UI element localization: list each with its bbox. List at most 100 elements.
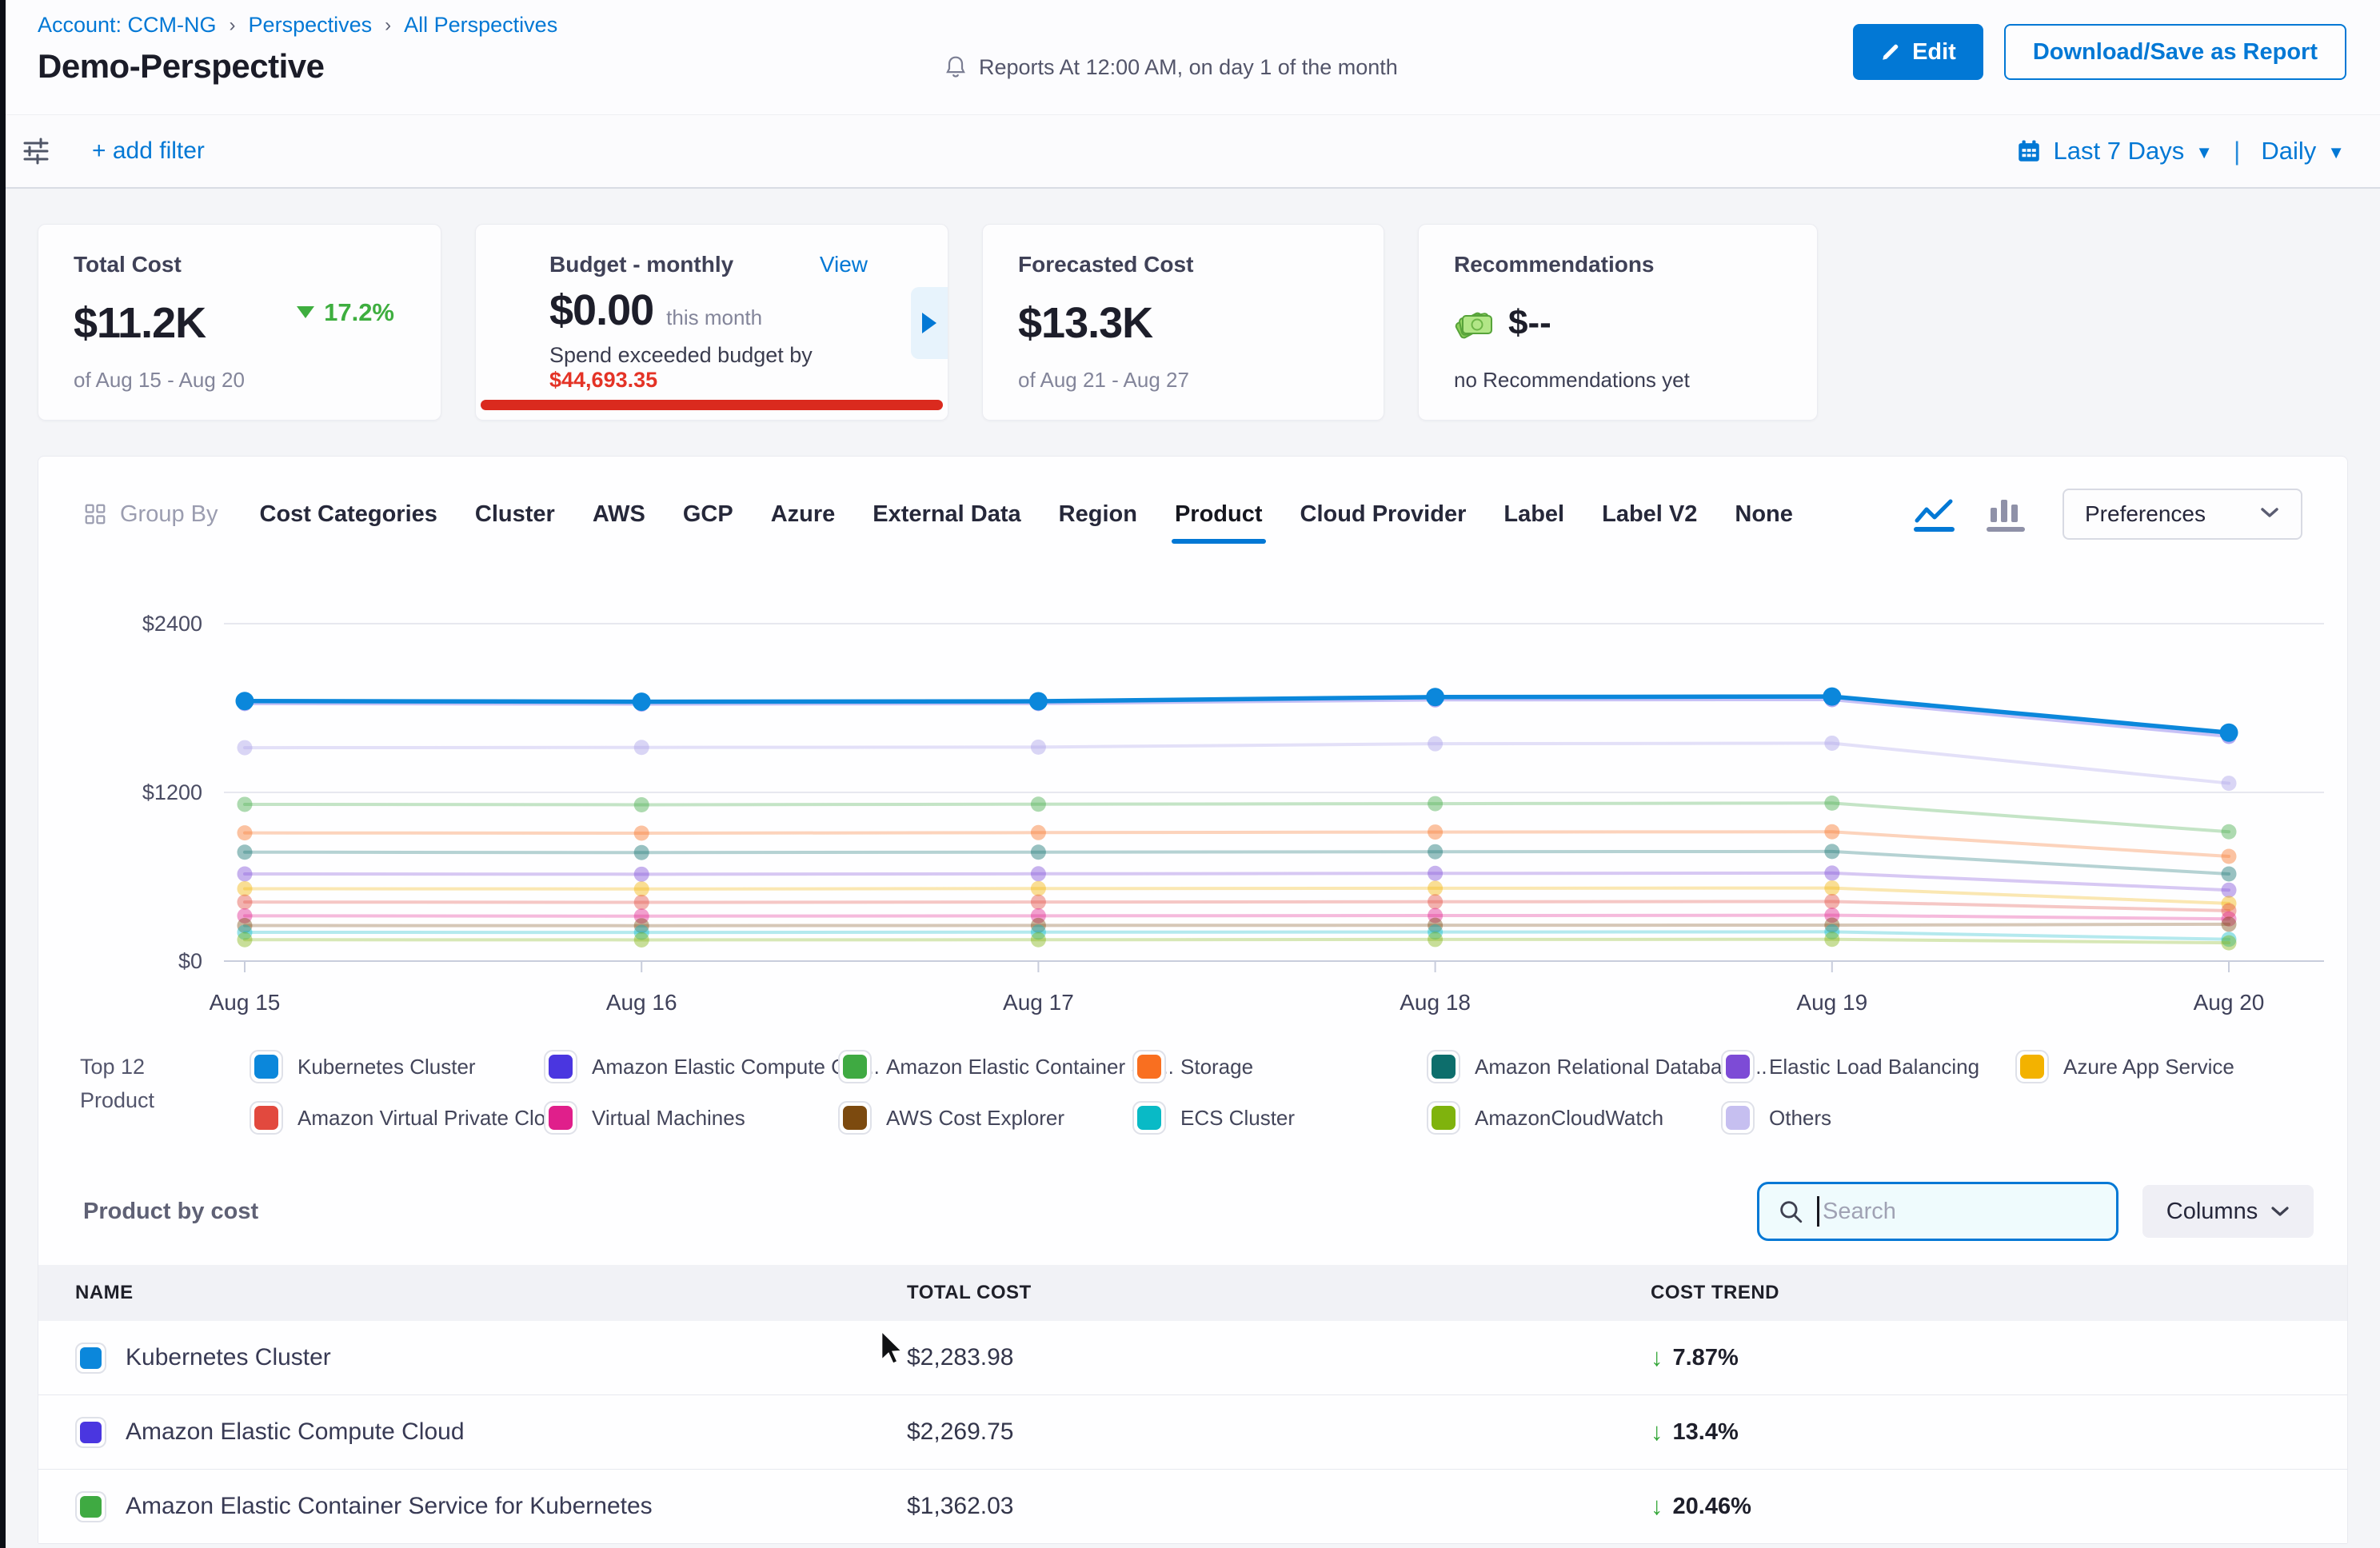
granularity-select[interactable]: Daily ▼	[2261, 137, 2345, 166]
line-chart-toggle[interactable]	[1912, 493, 1957, 535]
trend-value: 7.87%	[1673, 1345, 1739, 1371]
legend-swatch	[1132, 1050, 1166, 1083]
tab-cloud-provider[interactable]: Cloud Provider	[1300, 501, 1467, 528]
tab-none[interactable]: None	[1735, 501, 1793, 528]
tab-cluster[interactable]: Cluster	[475, 501, 555, 528]
row-name: Amazon Elastic Compute Cloud	[126, 1418, 465, 1446]
forecasted-value: $13.3K	[1018, 298, 1152, 348]
tab-aws[interactable]: AWS	[593, 501, 645, 528]
legend-swatch	[250, 1050, 283, 1083]
columns-dropdown[interactable]: Columns	[2142, 1185, 2314, 1238]
cost-trend-chart[interactable]: $0$1200$2400Aug 15Aug 16Aug 17Aug 18Aug …	[38, 540, 2347, 1046]
tab-label-v2[interactable]: Label V2	[1602, 501, 1697, 528]
row-name-cell: Kubernetes Cluster	[75, 1343, 907, 1374]
budget-exceeded-amount: $44,693.35	[549, 368, 657, 392]
add-filter-button[interactable]: + add filter	[92, 138, 205, 165]
table-row[interactable]: Kubernetes Cluster$2,283.98↓ 7.87%	[38, 1321, 2347, 1395]
total-cost-card: Total Cost $11.2K 17.2% of Aug 15 - Aug …	[38, 224, 441, 421]
legend-item[interactable]: Storage	[1132, 1046, 1427, 1087]
legend-item[interactable]: Virtual Machines	[544, 1097, 838, 1139]
play-icon	[922, 313, 936, 333]
legend-item-label: Amazon Elastic Compute Clo...	[592, 1055, 880, 1079]
recommendations-card: Recommendations $-- no Recommendations y…	[1418, 224, 1818, 421]
legend-item-label: Azure App Service	[2063, 1055, 2234, 1079]
legend-item-label: Storage	[1180, 1055, 1253, 1079]
legend-swatch	[2015, 1050, 2049, 1083]
legend-item[interactable]: Azure App Service	[2015, 1046, 2310, 1087]
breadcrumb-link[interactable]: Account: CCM-NG	[38, 13, 217, 38]
chevron-down-icon: ▼	[2327, 139, 2345, 163]
legend-item[interactable]: Amazon Virtual Private Cloud	[250, 1097, 544, 1139]
row-total-cost: $2,283.98	[907, 1344, 1651, 1371]
legend-item-label: Elastic Load Balancing	[1769, 1055, 1979, 1079]
date-range-select[interactable]: Last 7 Days ▼	[2015, 137, 2213, 166]
tab-region[interactable]: Region	[1059, 501, 1137, 528]
svg-text:$1200: $1200	[142, 780, 202, 804]
breadcrumb-link[interactable]: All Perspectives	[404, 13, 557, 38]
budget-exceeded-text: Spend exceeded budget by $44,693.35	[549, 343, 912, 393]
legend-item[interactable]: Elastic Load Balancing	[1721, 1046, 2015, 1087]
legend-item-label: Virtual Machines	[592, 1106, 745, 1131]
legend-swatch	[544, 1050, 577, 1083]
budget-view-link[interactable]: View	[820, 252, 868, 277]
tab-cost-categories[interactable]: Cost Categories	[260, 501, 437, 528]
table-column-header[interactable]: NAME	[75, 1282, 907, 1304]
bar-chart-toggle[interactable]	[1986, 493, 2026, 535]
legend-item-label: Amazon Elastic Container Se...	[886, 1055, 1174, 1079]
row-swatch	[75, 1417, 106, 1448]
chevron-down-icon: ▼	[2195, 139, 2213, 163]
grid-icon	[83, 502, 107, 526]
legend-item[interactable]: Others	[1721, 1097, 2015, 1139]
breadcrumb-separator: ›	[385, 14, 391, 37]
page-title: Demo-Perspective	[38, 47, 325, 86]
total-cost-value: $11.2K	[74, 298, 206, 348]
group-by-row: Group By Cost Categories Cluster AWS GCP Azu…	[38, 457, 2347, 540]
legend-item[interactable]: Kubernetes Cluster	[250, 1046, 544, 1087]
legend-item[interactable]: Amazon Elastic Compute Clo...	[544, 1046, 838, 1087]
legend-item[interactable]: AmazonCloudWatch	[1427, 1097, 1721, 1139]
edit-button[interactable]: Edit	[1853, 24, 1983, 80]
table-column-header[interactable]: TOTAL COST	[907, 1282, 1651, 1304]
budget-next-button[interactable]	[911, 287, 948, 359]
download-save-report-button[interactable]: Download/Save as Report	[2004, 24, 2346, 80]
legend-item[interactable]: Amazon Relational Database ...	[1427, 1046, 1721, 1087]
card-title: Total Cost	[74, 252, 405, 277]
arrow-down-icon: ↓	[1651, 1343, 1663, 1372]
table-column-header[interactable]: COST TREND	[1651, 1282, 2347, 1304]
group-by-label: Group By	[83, 501, 218, 528]
summary-cards: Total Cost $11.2K 17.2% of Aug 15 - Aug …	[38, 224, 2348, 421]
legend-item[interactable]: AWS Cost Explorer	[838, 1097, 1132, 1139]
tab-gcp[interactable]: GCP	[683, 501, 733, 528]
legend-item-label: ECS Cluster	[1180, 1106, 1295, 1131]
search-input[interactable]: Search	[1757, 1182, 2118, 1241]
triangle-down-icon	[297, 306, 314, 318]
row-name-cell: Amazon Elastic Compute Cloud	[75, 1417, 907, 1448]
budget-value-suffix: this month	[666, 305, 762, 330]
preferences-dropdown[interactable]: Preferences	[2063, 489, 2302, 540]
svg-text:$0: $0	[178, 949, 202, 973]
card-period: of Aug 15 - Aug 20	[74, 368, 405, 393]
calendar-icon	[2015, 138, 2043, 165]
breadcrumb-link[interactable]: Perspectives	[249, 13, 373, 38]
tab-external-data[interactable]: External Data	[873, 501, 1020, 528]
table-row[interactable]: Amazon Elastic Compute Cloud$2,269.75↓13…	[38, 1395, 2347, 1470]
svg-text:Aug 15: Aug 15	[210, 990, 281, 1015]
tab-label[interactable]: Label	[1503, 501, 1564, 528]
table-row[interactable]: Amazon Elastic Container Service for Kub…	[38, 1470, 2347, 1544]
row-total-cost: $2,269.75	[907, 1418, 1651, 1446]
legend-item-label: AWS Cost Explorer	[886, 1106, 1064, 1131]
table-toolbar: Product by cost Search Columns	[38, 1158, 2347, 1265]
chart-legend: Top 12 Product Kubernetes ClusterAmazon …	[38, 1046, 2347, 1158]
recommendations-empty-text: no Recommendations yet	[1454, 368, 1782, 393]
group-by-tabs: Cost Categories Cluster AWS GCP Azure Externa…	[260, 501, 1793, 528]
legend-item[interactable]: ECS Cluster	[1132, 1097, 1427, 1139]
arrow-down-icon: ↓	[1651, 1418, 1663, 1446]
legend-swatch	[838, 1101, 872, 1135]
tab-azure[interactable]: Azure	[771, 501, 836, 528]
page-header: Account: CCM-NG›Perspectives›All Perspec…	[0, 0, 2380, 115]
legend-item[interactable]: Amazon Elastic Container Se...	[838, 1046, 1132, 1087]
row-swatch	[75, 1491, 106, 1522]
tab-product[interactable]: Product	[1175, 501, 1263, 528]
filter-sliders-icon[interactable]	[20, 134, 52, 169]
legend-item-label: Amazon Virtual Private Cloud	[298, 1106, 569, 1131]
